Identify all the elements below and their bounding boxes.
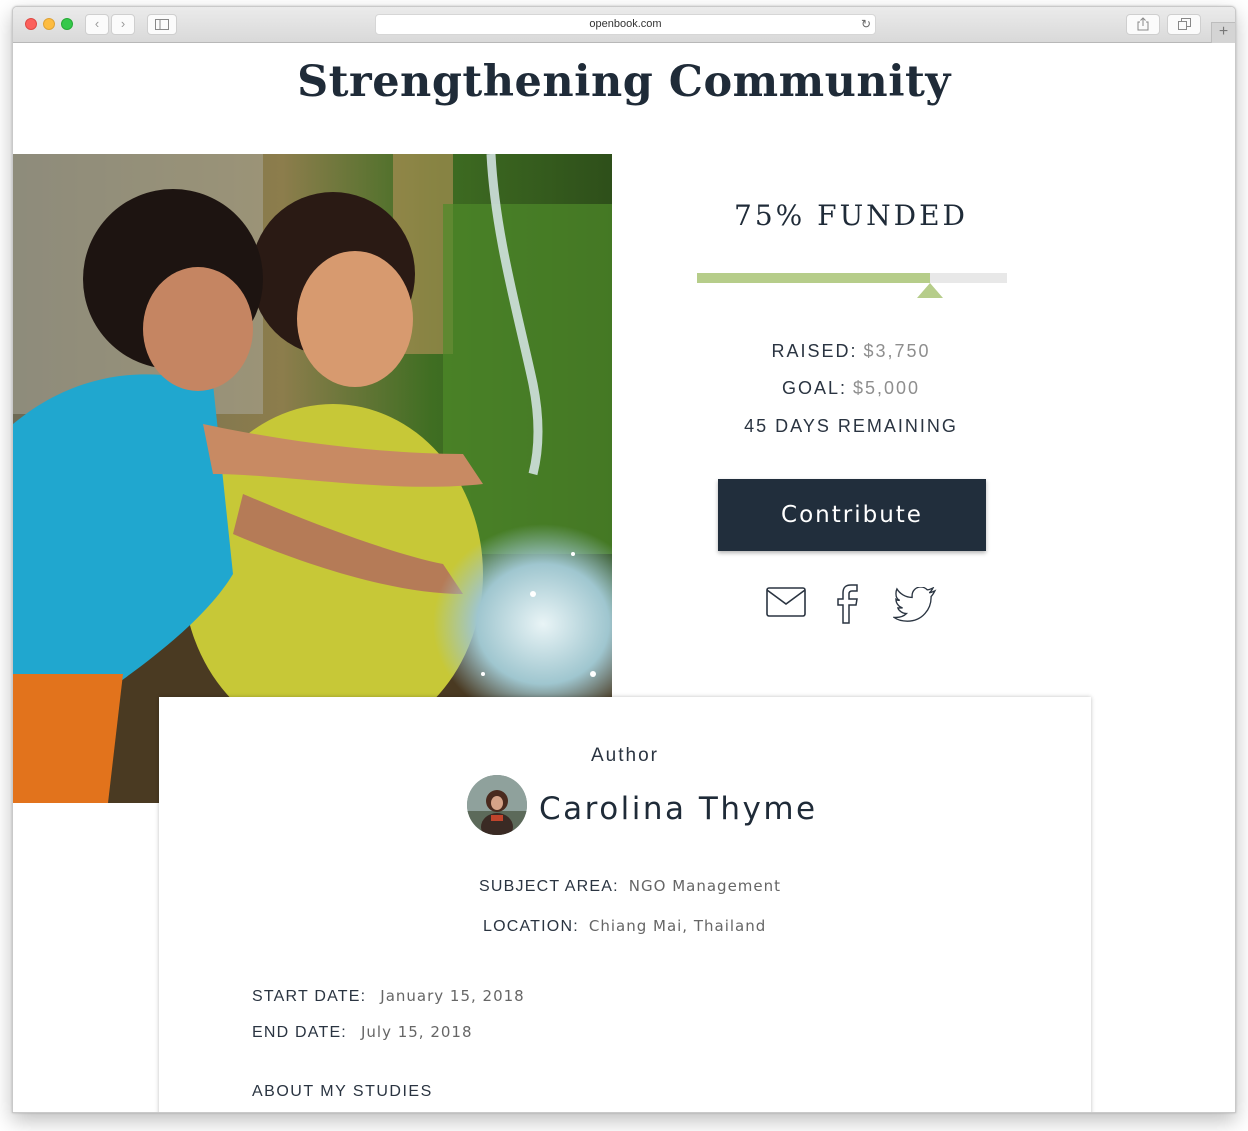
- browser-toolbar: ‹ › openbook.com ↻ +: [13, 7, 1235, 43]
- start-date-row: START DATE: January 15, 2018: [252, 987, 525, 1006]
- zoom-window-button[interactable]: [61, 18, 73, 30]
- sidebar-toggle-button[interactable]: [147, 14, 177, 35]
- facebook-icon: [837, 584, 858, 624]
- location-row: LOCATION: Chiang Mai, Thailand: [483, 917, 766, 936]
- end-date-row: END DATE: July 15, 2018: [252, 1023, 473, 1042]
- progress-marker-icon: [917, 283, 943, 298]
- end-date-label: END DATE:: [252, 1024, 347, 1041]
- raised-row: RAISED: $3,750: [643, 341, 1059, 362]
- start-date-value: January 15, 2018: [380, 987, 525, 1005]
- browser-window: ‹ › openbook.com ↻ + Strengthening Commu…: [12, 6, 1236, 1113]
- share-email-button[interactable]: [765, 585, 807, 624]
- goal-label: GOAL:: [781, 378, 847, 398]
- goal-row: GOAL: $5,000: [643, 378, 1059, 399]
- subject-area-label: SUBJECT AREA:: [479, 878, 619, 895]
- location-label: LOCATION:: [483, 918, 579, 935]
- author-card: Author Carolina Thyme SUBJECT AREA: NGO M…: [159, 697, 1091, 1112]
- avatar[interactable]: [467, 775, 527, 835]
- tabs-icon: [1177, 18, 1191, 30]
- share-facebook-button[interactable]: [835, 583, 861, 630]
- start-date-label: START DATE:: [252, 988, 367, 1005]
- mail-icon: [766, 587, 806, 617]
- close-window-button[interactable]: [25, 18, 37, 30]
- raised-label: RAISED:: [771, 341, 858, 361]
- address-bar[interactable]: openbook.com ↻: [375, 14, 876, 35]
- funding-progress-fill: [697, 273, 930, 283]
- author-name[interactable]: Carolina Thyme: [539, 791, 818, 827]
- funded-percentage: 75% FUNDED: [734, 199, 968, 232]
- location-value: Chiang Mai, Thailand: [588, 917, 767, 935]
- funding-progress-bar: [697, 273, 1007, 298]
- share-icon: [1137, 17, 1149, 31]
- raised-value: $3,750: [863, 341, 931, 361]
- back-button[interactable]: ‹: [85, 14, 109, 35]
- page-title: Strengthening Community: [297, 57, 951, 107]
- days-remaining: 45 DAYS REMAINING: [744, 416, 958, 436]
- share-twitter-button[interactable]: [892, 586, 937, 628]
- end-date-value: July 15, 2018: [360, 1023, 473, 1041]
- chevron-left-icon: ‹: [94, 16, 100, 31]
- forward-button[interactable]: ›: [111, 14, 135, 35]
- share-button[interactable]: [1126, 14, 1160, 35]
- author-photo: [467, 775, 527, 835]
- minimize-window-button[interactable]: [43, 18, 55, 30]
- page-content: Strengthening Community 75% FUNDED RAISE…: [13, 43, 1235, 1112]
- subject-area-value: NGO Management: [628, 877, 782, 895]
- plus-icon: +: [1218, 23, 1229, 40]
- url-text: openbook.com: [589, 18, 662, 30]
- about-studies-heading: ABOUT MY STUDIES: [252, 1083, 433, 1100]
- new-tab-button[interactable]: +: [1211, 22, 1235, 43]
- tabs-overview-button[interactable]: [1167, 14, 1201, 35]
- author-heading: Author: [591, 745, 659, 766]
- twitter-icon: [892, 586, 937, 622]
- contribute-button[interactable]: Contribute: [718, 479, 986, 551]
- chevron-right-icon: ›: [120, 16, 126, 31]
- goal-value: $5,000: [852, 378, 921, 398]
- subject-area-row: SUBJECT AREA: NGO Management: [479, 877, 781, 896]
- sidebar-icon: [155, 19, 169, 30]
- reload-icon[interactable]: ↻: [861, 15, 871, 34]
